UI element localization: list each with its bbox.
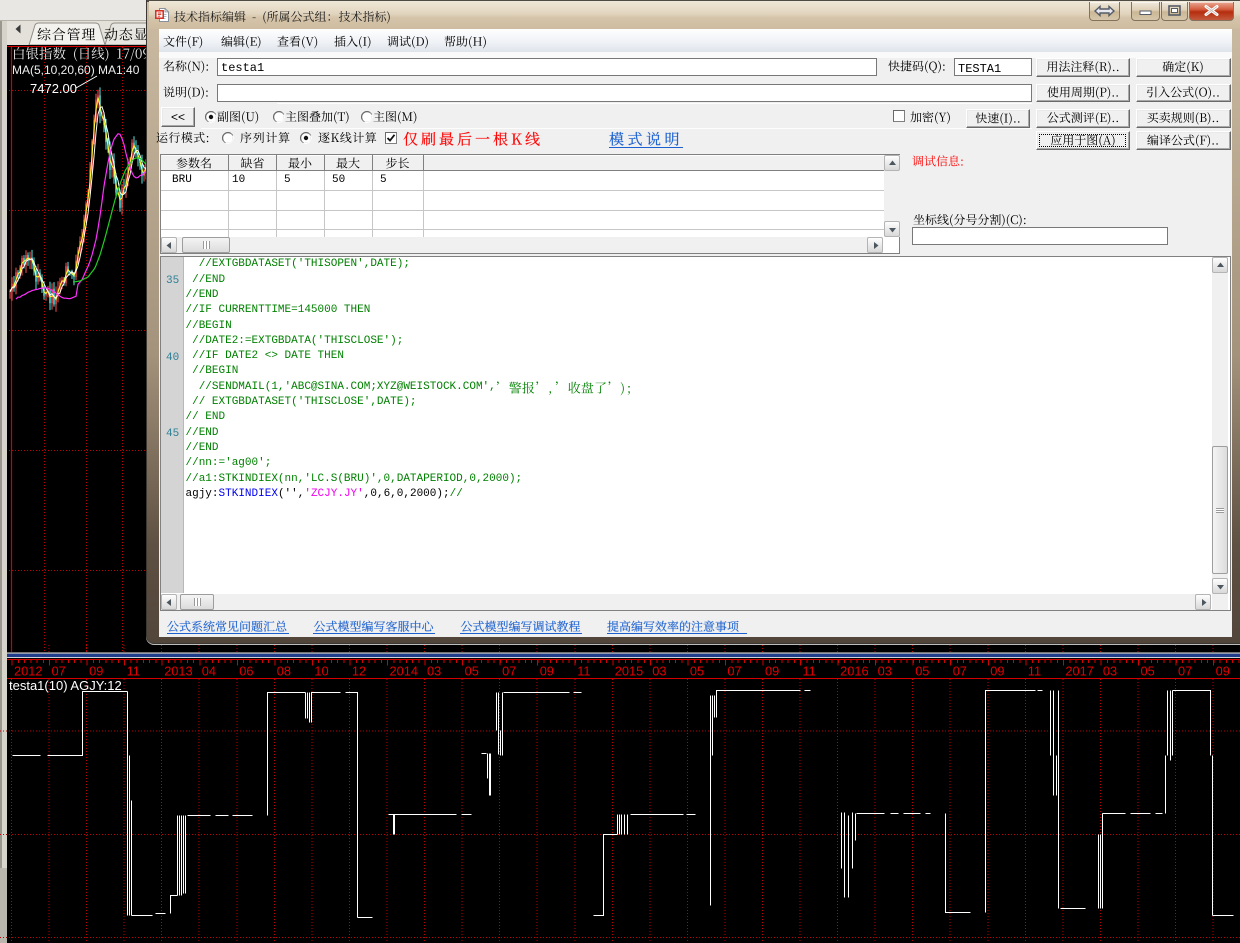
svg-text:2014: 2014 xyxy=(390,664,418,679)
svg-text:2017: 2017 xyxy=(1065,664,1093,679)
svg-text:11: 11 xyxy=(577,664,590,679)
svg-text:03: 03 xyxy=(1103,664,1117,679)
svg-text:05: 05 xyxy=(465,664,479,679)
svg-text:2012: 2012 xyxy=(14,664,42,679)
svg-text:2013: 2013 xyxy=(164,664,192,679)
svg-text:07: 07 xyxy=(52,664,66,679)
svg-text:05: 05 xyxy=(1141,664,1155,679)
svg-text:07: 07 xyxy=(1178,664,1192,679)
svg-text:06: 06 xyxy=(239,664,253,679)
svg-text:11: 11 xyxy=(127,664,140,679)
svg-text:07: 07 xyxy=(953,664,967,679)
svg-text:09: 09 xyxy=(765,664,779,679)
svg-text:11: 11 xyxy=(1028,664,1041,679)
svg-text:09: 09 xyxy=(89,664,103,679)
svg-text:09: 09 xyxy=(990,664,1004,679)
svg-text:09: 09 xyxy=(540,664,554,679)
svg-text:08: 08 xyxy=(277,664,291,679)
svg-text:07: 07 xyxy=(502,664,516,679)
svg-text:03: 03 xyxy=(652,664,666,679)
svg-text:03: 03 xyxy=(878,664,892,679)
svg-text:09: 09 xyxy=(1216,664,1230,679)
svg-text:05: 05 xyxy=(915,664,929,679)
svg-text:04: 04 xyxy=(202,664,216,679)
svg-text:12: 12 xyxy=(352,664,366,679)
svg-text:2016: 2016 xyxy=(840,664,868,679)
svg-text:10: 10 xyxy=(314,664,328,679)
svg-text:07: 07 xyxy=(727,664,741,679)
svg-text:11: 11 xyxy=(803,664,816,679)
svg-text:2015: 2015 xyxy=(615,664,643,679)
svg-text:03: 03 xyxy=(427,664,441,679)
svg-text:05: 05 xyxy=(690,664,704,679)
